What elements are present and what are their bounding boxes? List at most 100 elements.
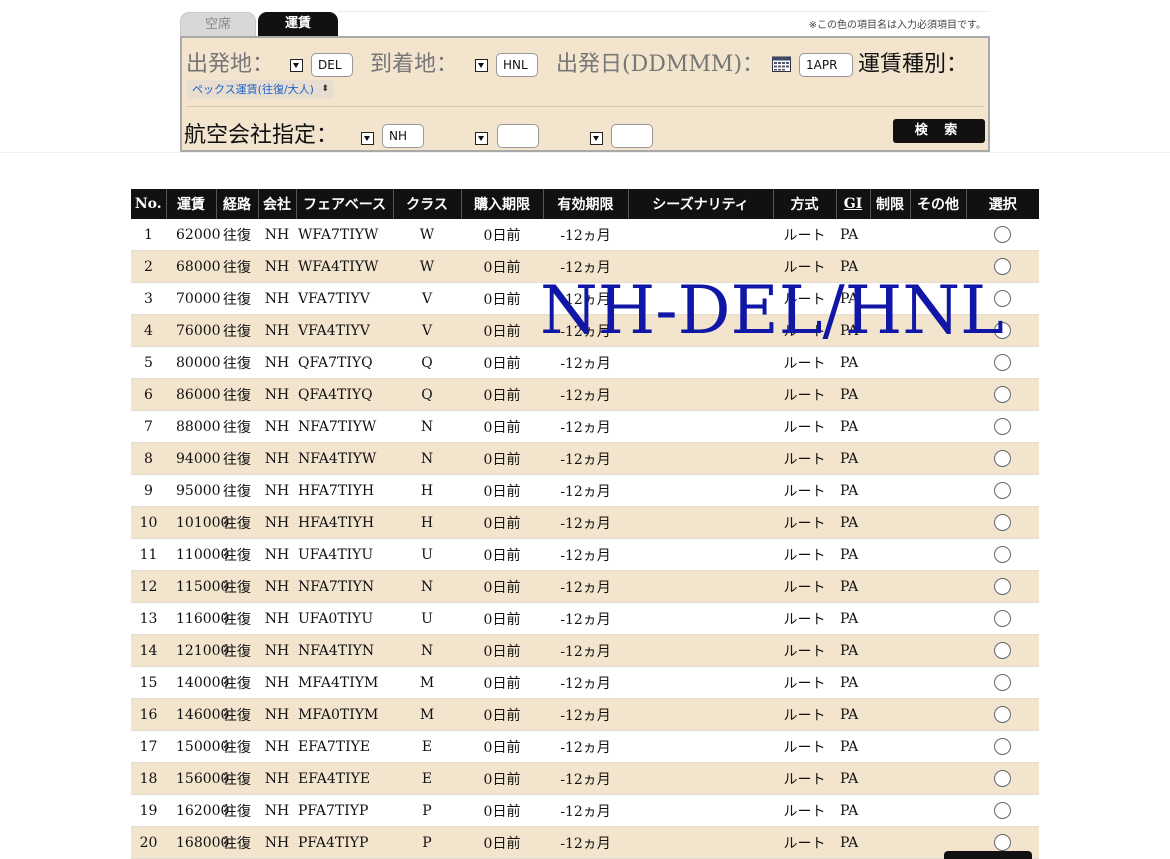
row-select-cell bbox=[966, 602, 1039, 635]
row-fare-basis: EFA4TIYE bbox=[296, 762, 393, 795]
table-row[interactable]: 12 115000 往復 NH NFA7TIYN N 0日前 -12ヵ月 ルート PA bbox=[131, 570, 1039, 603]
table-row[interactable]: 16 146000 往復 NH MFA0TIYM M 0日前 -12ヵ月 ルート PA bbox=[131, 698, 1039, 731]
col-header-fare[interactable]: 運賃 bbox=[166, 189, 217, 219]
table-row[interactable]: 10 101000 往復 NH HFA4TIYH H 0日前 -12ヵ月 ルート PA bbox=[131, 506, 1039, 539]
table-row[interactable]: 9 95000 往復 NH HFA7TIYH H 0日前 -12ヵ月 ルート PA bbox=[131, 474, 1039, 507]
radio-icon[interactable] bbox=[994, 706, 1011, 723]
row-other bbox=[910, 570, 966, 603]
radio-icon[interactable] bbox=[994, 322, 1011, 339]
row-restriction bbox=[870, 314, 910, 347]
row-no: 18 bbox=[131, 762, 166, 795]
col-header-other[interactable]: その他 bbox=[910, 189, 967, 219]
radio-icon[interactable] bbox=[994, 834, 1011, 851]
airline-input-1[interactable]: NH bbox=[382, 124, 424, 148]
airline-dropdown-icon-2[interactable] bbox=[475, 132, 488, 145]
row-validity: -12ヵ月 bbox=[543, 570, 628, 603]
table-row[interactable]: 4 76000 往復 NH VFA4TIYV V 0日前 -12ヵ月 ルート PA bbox=[131, 314, 1039, 347]
table-row[interactable]: 19 162000 往復 NH PFA7TIYP P 0日前 -12ヵ月 ルート PA bbox=[131, 794, 1039, 827]
fare-type-label: 運賃種別： bbox=[858, 52, 969, 77]
radio-icon[interactable] bbox=[994, 642, 1011, 659]
table-row[interactable]: 18 156000 往復 NH EFA4TIYE E 0日前 -12ヵ月 ルート PA bbox=[131, 762, 1039, 795]
origin-input[interactable]: DEL bbox=[311, 53, 353, 77]
row-route: 往復 bbox=[216, 730, 258, 763]
row-restriction bbox=[870, 378, 910, 411]
search-button[interactable]: 検 索 bbox=[893, 119, 985, 143]
bottom-button-edge[interactable] bbox=[944, 851, 1032, 859]
radio-icon[interactable] bbox=[994, 482, 1011, 499]
col-header-seasonality[interactable]: シーズナリティ bbox=[628, 189, 774, 219]
airline-input-3[interactable] bbox=[611, 124, 653, 148]
col-header-validity[interactable]: 有効期限 bbox=[543, 189, 629, 219]
row-validity: -12ヵ月 bbox=[543, 634, 628, 667]
radio-icon[interactable] bbox=[994, 546, 1011, 563]
col-header-fare-basis[interactable]: フェアベース bbox=[296, 189, 394, 219]
radio-icon[interactable] bbox=[994, 418, 1011, 435]
table-row[interactable]: 20 168000 往復 NH PFA4TIYP P 0日前 -12ヵ月 ルート PA bbox=[131, 826, 1039, 859]
destination-input[interactable]: HNL bbox=[496, 53, 538, 77]
row-no: 6 bbox=[131, 378, 166, 411]
table-row[interactable]: 14 121000 往復 NH NFA4TIYN N 0日前 -12ヵ月 ルート PA bbox=[131, 634, 1039, 667]
airline-dropdown-icon-1[interactable] bbox=[361, 132, 374, 145]
col-header-gi-link[interactable]: GI bbox=[836, 189, 871, 219]
col-header-class[interactable]: クラス bbox=[393, 189, 462, 219]
radio-icon[interactable] bbox=[994, 258, 1011, 275]
radio-icon[interactable] bbox=[994, 770, 1011, 787]
row-select-cell bbox=[966, 762, 1039, 795]
row-seasonality bbox=[628, 219, 773, 251]
tab-fare[interactable]: 運賃 bbox=[258, 12, 338, 36]
radio-icon[interactable] bbox=[994, 578, 1011, 595]
destination-label: 到着地： bbox=[370, 52, 459, 77]
tab-seat[interactable]: 空席 bbox=[180, 12, 256, 36]
row-gi: PA bbox=[836, 730, 870, 763]
radio-icon[interactable] bbox=[994, 450, 1011, 467]
table-row[interactable]: 5 80000 往復 NH QFA7TIYQ Q 0日前 -12ヵ月 ルート PA bbox=[131, 346, 1039, 379]
table-row[interactable]: 1 62000 往復 NH WFA7TIYW W 0日前 -12ヵ月 ルート PA bbox=[131, 219, 1039, 251]
col-header-carrier[interactable]: 会社 bbox=[258, 189, 297, 219]
row-fare-basis: WFA4TIYW bbox=[296, 250, 393, 283]
table-row[interactable]: 2 68000 往復 NH WFA4TIYW W 0日前 -12ヵ月 ルート PA bbox=[131, 250, 1039, 283]
row-gi: PA bbox=[836, 442, 870, 475]
row-route: 往復 bbox=[216, 410, 258, 443]
row-select-cell bbox=[966, 570, 1039, 603]
table-row[interactable]: 6 86000 往復 NH QFA4TIYQ Q 0日前 -12ヵ月 ルート PA bbox=[131, 378, 1039, 411]
calendar-icon[interactable] bbox=[772, 56, 791, 72]
table-row[interactable]: 15 140000 往復 NH MFA4TIYM M 0日前 -12ヵ月 ルート PA bbox=[131, 666, 1039, 699]
col-header-method[interactable]: 方式 bbox=[773, 189, 837, 219]
table-row[interactable]: 17 150000 往復 NH EFA7TIYE E 0日前 -12ヵ月 ルート PA bbox=[131, 730, 1039, 763]
table-row[interactable]: 8 94000 往復 NH NFA4TIYW N 0日前 -12ヵ月 ルート PA bbox=[131, 442, 1039, 475]
col-header-route[interactable]: 経路 bbox=[216, 189, 259, 219]
row-gi: PA bbox=[836, 602, 870, 635]
radio-icon[interactable] bbox=[994, 802, 1011, 819]
origin-dropdown-icon[interactable] bbox=[290, 59, 303, 72]
radio-icon[interactable] bbox=[994, 514, 1011, 531]
table-row[interactable]: 11 110000 往復 NH UFA4TIYU U 0日前 -12ヵ月 ルート PA bbox=[131, 538, 1039, 571]
destination-dropdown-icon[interactable] bbox=[475, 59, 488, 72]
radio-icon[interactable] bbox=[994, 226, 1011, 243]
table-row[interactable]: 7 88000 往復 NH NFA7TIYW N 0日前 -12ヵ月 ルート PA bbox=[131, 410, 1039, 443]
table-row[interactable]: 13 116000 往復 NH UFA0TIYU U 0日前 -12ヵ月 ルート PA bbox=[131, 602, 1039, 635]
airline-dropdown-icon-3[interactable] bbox=[590, 132, 603, 145]
col-header-no[interactable]: No. bbox=[131, 189, 167, 219]
search-form-panel: 出発地： DEL 到着地： HNL 出発日(DDMMM)： 1APR 運賃種別：… bbox=[180, 36, 990, 152]
row-no: 14 bbox=[131, 634, 166, 667]
date-input[interactable]: 1APR bbox=[799, 53, 853, 77]
row-carrier: NH bbox=[258, 570, 296, 603]
chevron-updown-icon: ⬍ bbox=[321, 84, 329, 94]
row-purchase-deadline: 0日前 bbox=[461, 634, 543, 667]
radio-icon[interactable] bbox=[994, 674, 1011, 691]
col-header-purchase-deadline[interactable]: 購入期限 bbox=[461, 189, 544, 219]
row-fare-amount: 168000 bbox=[166, 826, 229, 859]
table-row[interactable]: 3 70000 往復 NH VFA7TIYV V 0日前 -12ヵ月 ルート PA bbox=[131, 282, 1039, 315]
radio-icon[interactable] bbox=[994, 386, 1011, 403]
radio-icon[interactable] bbox=[994, 738, 1011, 755]
radio-icon[interactable] bbox=[994, 354, 1011, 371]
radio-icon[interactable] bbox=[994, 610, 1011, 627]
radio-icon[interactable] bbox=[994, 290, 1011, 307]
row-fare-amount: 156000 bbox=[166, 762, 229, 795]
col-header-select[interactable]: 選択 bbox=[966, 189, 1039, 219]
airline-input-2[interactable] bbox=[497, 124, 539, 148]
col-header-restriction[interactable]: 制限 bbox=[870, 189, 911, 219]
row-gi: PA bbox=[836, 314, 870, 347]
row-fare-amount: 101000 bbox=[166, 506, 229, 539]
fare-type-select[interactable]: ペックス運賃(往復/大人) ⬍ bbox=[187, 80, 334, 99]
